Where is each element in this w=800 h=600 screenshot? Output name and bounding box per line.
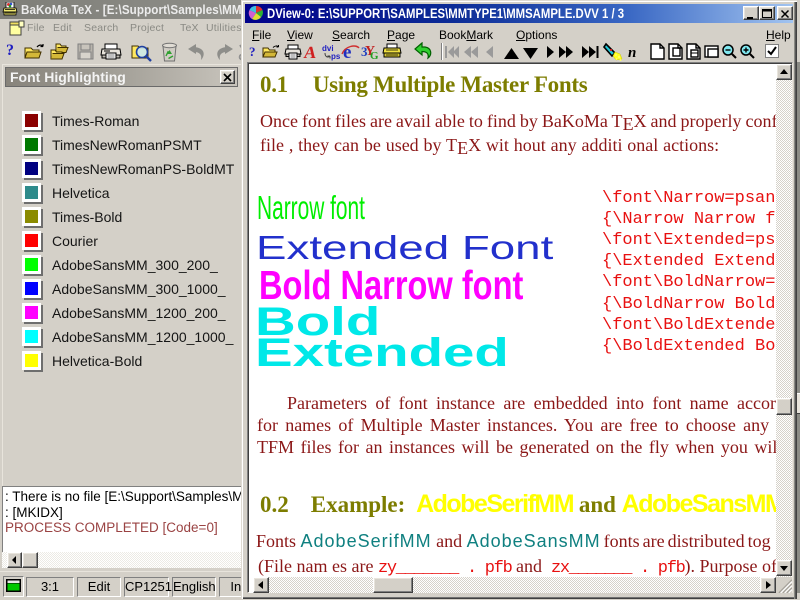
svg-text:e: e	[343, 42, 351, 61]
svg-text:ps: ps	[331, 52, 341, 61]
svg-text:G: G	[370, 50, 378, 61]
